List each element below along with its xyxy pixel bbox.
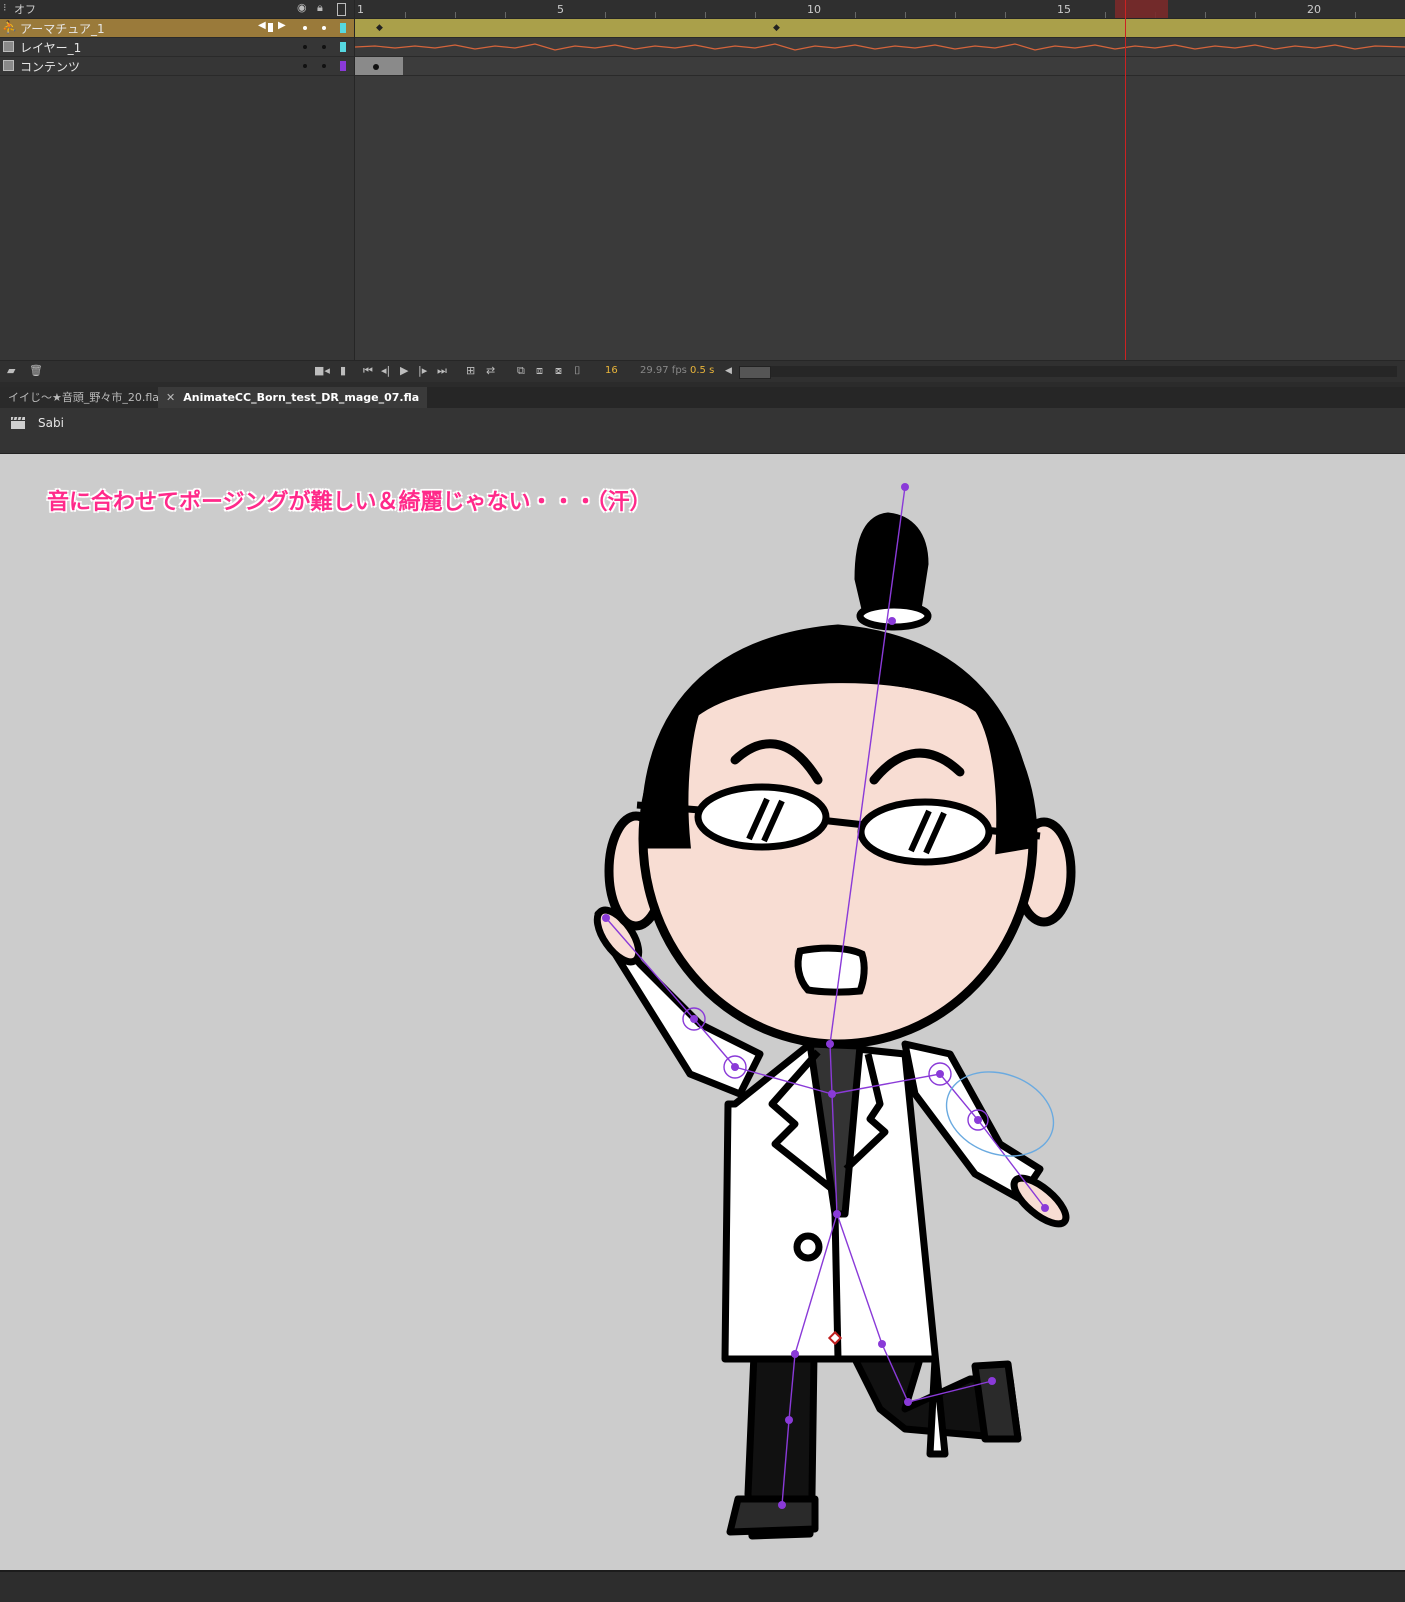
timeline-scrollbar-track[interactable] [771, 366, 1397, 377]
timeline-toolbar: ▰ 🗑︎ ■◂ ▮ ⏮ ◂| ▶ |▸ ⏭ ⊞ ⇄ ⧉ ⧈ ⧇ ⌷ 16 29.… [0, 360, 1405, 382]
frame-rate[interactable]: 29.97 fps [640, 365, 687, 376]
ease-left-icon[interactable]: ◀ [258, 20, 266, 31]
layer-name: アーマチュア_1 [20, 22, 105, 36]
onion-outline-icon[interactable]: ⧈ [536, 364, 543, 378]
mouth [794, 944, 868, 996]
step-back-icon[interactable]: ◂| [381, 364, 390, 378]
pose-keyframe-icon[interactable]: ◆ [376, 23, 383, 33]
ease-marker-icon[interactable] [268, 23, 273, 32]
go-last-icon[interactable]: ⏭ [437, 364, 447, 378]
keyframe-block[interactable] [355, 57, 403, 75]
audio-frame-span[interactable] [355, 38, 1405, 57]
visibility-dot[interactable] [303, 64, 307, 68]
camera-icon[interactable]: ■◂ [314, 364, 330, 378]
ruler-label: 1 [357, 3, 364, 16]
edit-bar: Sabi [0, 408, 1405, 454]
scroll-left-icon[interactable]: ◀ [725, 364, 732, 378]
tab-document-2[interactable]: ✕ AnimateCC_Born_test_DR_mage_07.fla [158, 387, 428, 408]
armature-frame-span[interactable]: ◆ ◆ [355, 19, 1405, 38]
onion-markers-icon[interactable]: ⌷ [574, 364, 581, 378]
ruler-label: 15 [1057, 3, 1071, 16]
frames-grid[interactable]: 1 5 10 15 20 ◆ ◆ [355, 0, 1405, 360]
tab-label: イイじ〜★音頭_野々市_20.fla* [8, 391, 165, 404]
layer-color-swatch[interactable] [340, 23, 346, 33]
frame-ruler[interactable]: 1 5 10 15 20 [355, 0, 1405, 19]
ruler-label: 10 [807, 3, 821, 16]
keyframe-dot[interactable] [373, 64, 379, 70]
layer-name: コンテンツ [20, 60, 81, 74]
eye-icon[interactable]: ◉ [297, 1, 307, 14]
layer-icon [3, 60, 14, 71]
current-frame[interactable]: 16 [605, 365, 618, 376]
audio-waveform [355, 43, 1405, 51]
bottom-status-bar [0, 1570, 1405, 1602]
lock-dot[interactable] [322, 26, 326, 30]
layer-icon [3, 41, 14, 52]
layer-name: レイヤー_1 [20, 41, 82, 55]
stage-canvas[interactable]: 音に合わせてポージングが難しい＆綺麗じゃない・・・（汗） [0, 454, 1405, 1570]
lock-dot[interactable] [322, 45, 326, 49]
armature-icon: ⛹ [2, 20, 17, 34]
close-icon[interactable]: ✕ [166, 391, 175, 404]
trash-icon[interactable]: 🗑︎ [29, 364, 43, 378]
go-first-icon[interactable]: ⏮ [363, 364, 373, 378]
visibility-dot[interactable] [303, 26, 307, 30]
edit-multiple-icon[interactable]: ⧇ [555, 364, 562, 378]
timeline-panel: ⁝ オフ ◉ 🔒︎ ⛹ アーマチュア_1 ◀ ▶ レイヤー_1 コンテンツ 1 … [0, 0, 1405, 382]
contents-frame-span[interactable] [355, 57, 1405, 76]
tab-label: AnimateCC_Born_test_DR_mage_07.fla [183, 391, 420, 404]
outline-icon[interactable] [337, 3, 346, 16]
layer-list: ⁝ オフ ◉ 🔒︎ ⛹ アーマチュア_1 ◀ ▶ レイヤー_1 コンテンツ [0, 0, 355, 360]
layer-color-swatch[interactable] [340, 42, 346, 52]
layer-header: ⁝ オフ ◉ 🔒︎ [0, 0, 354, 19]
layer-color-swatch[interactable] [340, 61, 346, 71]
layer-row-armature[interactable]: ⛹ アーマチュア_1 ◀ ▶ [0, 19, 354, 38]
playhead-line[interactable] [1125, 0, 1126, 360]
play-icon[interactable]: ▶ [400, 364, 408, 378]
onion-skin-icon[interactable]: ⧉ [517, 364, 525, 378]
loop-icon[interactable]: ⇄ [486, 364, 495, 378]
layer-depth-icon[interactable]: ▮ [340, 364, 346, 378]
center-frame-icon[interactable]: ⊞ [466, 364, 475, 378]
ease-right-icon[interactable]: ▶ [278, 20, 286, 31]
visibility-dot[interactable] [303, 45, 307, 49]
layer-row-layer1[interactable]: レイヤー_1 [0, 38, 354, 57]
lock-dot[interactable] [322, 64, 326, 68]
playhead-marker[interactable] [1115, 0, 1168, 18]
layer-header-label: オフ [14, 3, 36, 16]
layer-row-contents[interactable]: コンテンツ [0, 57, 354, 76]
scene-name[interactable]: Sabi [38, 416, 64, 430]
clapperboard-icon [11, 416, 25, 429]
ruler-label: 20 [1307, 3, 1321, 16]
ruler-label: 5 [557, 3, 564, 16]
pose-keyframe-icon[interactable]: ◆ [773, 23, 780, 33]
menu-dots-icon[interactable]: ⁝ [3, 1, 7, 14]
tab-document-1[interactable]: イイじ〜★音頭_野々市_20.fla* [0, 387, 173, 408]
lock-icon[interactable]: 🔒︎ [317, 1, 323, 15]
document-tabs: イイじ〜★音頭_野々市_20.fla* ✕ AnimateCC_Born_test… [0, 387, 1405, 408]
left-leg [726, 1350, 819, 1540]
timeline-scrollbar-thumb[interactable] [739, 366, 771, 379]
character-illustration[interactable] [0, 454, 1405, 1570]
new-folder-icon[interactable]: ▰ [7, 364, 15, 378]
elapsed-time[interactable]: 0.5 s [690, 365, 714, 376]
step-forward-icon[interactable]: |▸ [418, 364, 427, 378]
